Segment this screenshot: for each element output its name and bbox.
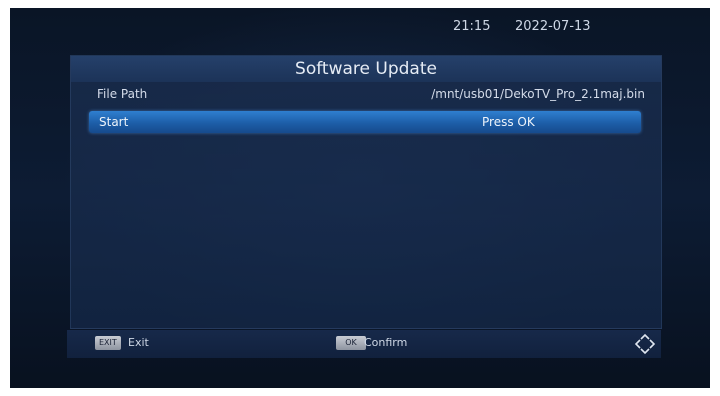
- exit-label: Exit: [128, 336, 149, 349]
- start-label: Start: [99, 115, 129, 129]
- confirm-label: Confirm: [364, 336, 408, 349]
- file-path-row[interactable]: File Path /mnt/usb01/DekoTV_Pro_2.1maj.b…: [97, 85, 645, 103]
- file-path-label: File Path: [97, 87, 148, 101]
- footer-bar: EXIT Exit OK Confirm: [67, 330, 661, 358]
- tv-screen: 21:15 2022-07-13 Software Update File Pa…: [10, 8, 710, 388]
- ok-key-icon[interactable]: OK: [336, 336, 366, 350]
- software-update-panel: Software Update File Path /mnt/usb01/Dek…: [70, 55, 662, 329]
- navigation-arrows-icon: [634, 333, 656, 355]
- exit-key-icon[interactable]: EXIT: [95, 336, 121, 350]
- file-path-value: /mnt/usb01/DekoTV_Pro_2.1maj.bin: [431, 87, 645, 101]
- panel-title: Software Update: [71, 56, 661, 82]
- start-row[interactable]: Start Press OK: [89, 111, 641, 133]
- clock-date: 2022-07-13: [515, 19, 591, 34]
- clock-time: 21:15: [453, 19, 491, 34]
- start-value: Press OK: [482, 115, 535, 129]
